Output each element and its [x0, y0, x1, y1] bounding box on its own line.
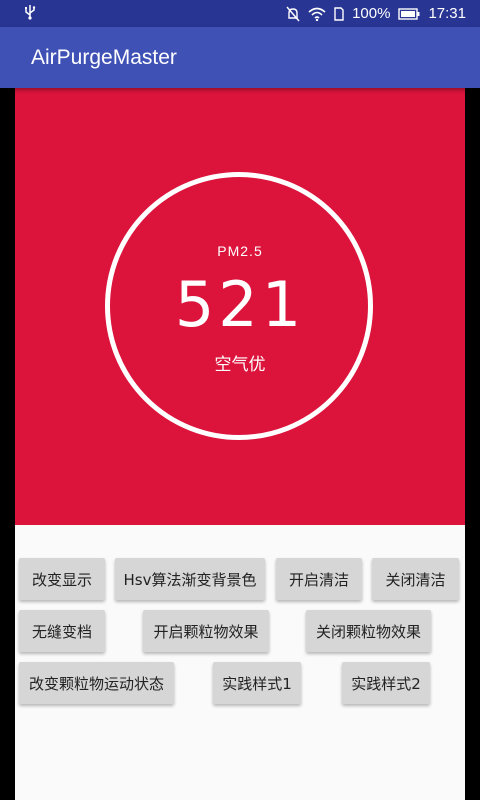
hsv-gradient-button[interactable]: Hsv算法渐变背景色 [115, 558, 265, 600]
status-bar: 100% 17:31 [0, 0, 480, 27]
change-particle-state-button[interactable]: 改变颗粒物运动状态 [19, 662, 174, 704]
clock: 17:31 [428, 5, 466, 22]
main-content: PM2.5 521 空气优 改变显示 Hsv算法渐变背景色 开启清洁 关闭清洁 … [15, 88, 465, 800]
start-particles-button[interactable]: 开启颗粒物效果 [143, 610, 269, 652]
usb-icon [24, 4, 36, 24]
battery-percent: 100% [352, 5, 391, 22]
mute-icon [286, 6, 300, 22]
battery-icon [398, 7, 420, 20]
style-2-button[interactable]: 实践样式2 [342, 662, 430, 704]
pm-value: 521 [174, 268, 306, 341]
style-1-button[interactable]: 实践样式1 [213, 662, 301, 704]
start-clean-button[interactable]: 开启清洁 [276, 558, 362, 600]
change-display-button[interactable]: 改变显示 [19, 558, 105, 600]
stop-particles-button[interactable]: 关闭颗粒物效果 [306, 610, 431, 652]
air-quality-panel: PM2.5 521 空气优 [15, 88, 465, 525]
pm-label: PM2.5 [217, 243, 263, 259]
app-bar: AirPurgeMaster [0, 27, 480, 88]
wifi-icon [308, 7, 326, 21]
app-title: AirPurgeMaster [31, 45, 177, 69]
stop-clean-button[interactable]: 关闭清洁 [372, 558, 459, 600]
air-quality-text: 空气优 [214, 355, 266, 375]
sim-icon [334, 6, 344, 21]
seamless-shift-button[interactable]: 无缝变档 [19, 610, 105, 652]
